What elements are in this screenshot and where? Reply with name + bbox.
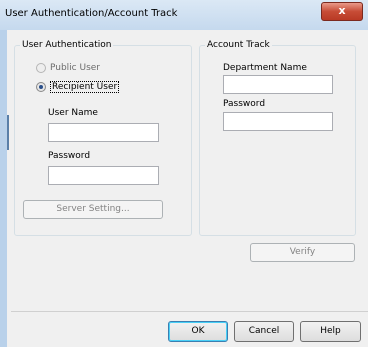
recipient-user-radio[interactable]: Recipient User xyxy=(36,81,120,93)
ok-button[interactable]: OK xyxy=(168,321,228,342)
user-name-label: User Name xyxy=(48,108,98,118)
dialog-body: User Authentication Public User Recipien… xyxy=(7,30,368,347)
user-name-field[interactable] xyxy=(48,123,159,142)
user-authentication-group: User Authentication Public User Recipien… xyxy=(14,40,192,236)
footer-separator xyxy=(11,311,368,312)
help-button[interactable]: Help xyxy=(300,321,361,342)
public-user-radio-circle[interactable] xyxy=(36,63,46,73)
window-edge-accent xyxy=(7,115,9,150)
window-title: User Authentication/Account Track xyxy=(5,8,178,19)
password-label: Password xyxy=(48,151,91,161)
account-password-label: Password xyxy=(223,99,266,109)
verify-button[interactable]: Verify xyxy=(250,243,355,262)
title-bar[interactable]: User Authentication/Account Track x xyxy=(0,0,368,30)
dialog-window: User Authentication/Account Track x User… xyxy=(0,0,368,347)
recipient-user-label: Recipient User xyxy=(50,81,120,93)
department-name-label: Department Name xyxy=(223,63,307,73)
user-authentication-title: User Authentication xyxy=(20,40,114,50)
server-setting-button[interactable]: Server Setting... xyxy=(23,200,163,219)
recipient-user-radio-circle[interactable] xyxy=(36,82,46,92)
public-user-radio[interactable]: Public User xyxy=(36,63,100,73)
close-icon: x xyxy=(338,4,346,17)
close-button[interactable]: x xyxy=(321,2,363,21)
public-user-label: Public User xyxy=(50,63,101,73)
password-field[interactable] xyxy=(48,166,159,185)
department-name-field[interactable] xyxy=(223,75,333,94)
cancel-button[interactable]: Cancel xyxy=(234,321,294,342)
account-track-title: Account Track xyxy=(205,40,272,50)
account-track-group: Account Track Department Name Password xyxy=(199,40,356,236)
account-password-field[interactable] xyxy=(223,112,333,131)
